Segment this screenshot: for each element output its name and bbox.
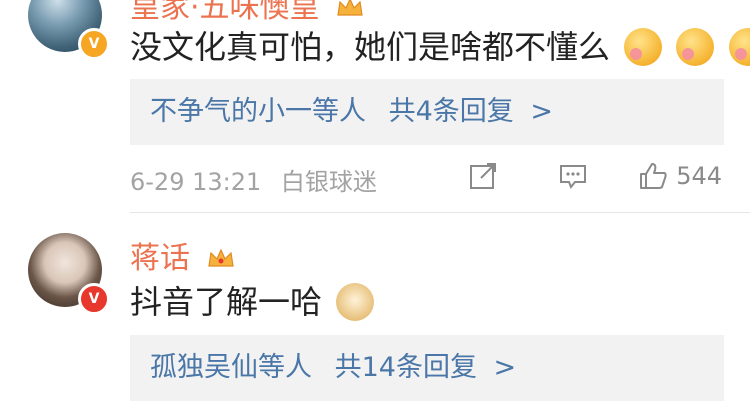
like-count: 544 (676, 162, 722, 190)
crown-icon (207, 248, 234, 267)
verified-badge-icon: V (78, 283, 110, 315)
reply-suffix: 等人 (258, 352, 312, 383)
reply-user-names: 不争气的小一 (150, 96, 312, 127)
comment-text: 抖音了解一哈 (130, 277, 375, 323)
replies-summary[interactable]: 不争气的小一等人 共4条回复 > (130, 79, 724, 145)
doge-face-icon (336, 283, 375, 321)
username-label: 蒋话 (130, 241, 190, 276)
share-icon[interactable] (468, 161, 498, 191)
comment-actions: 544 (468, 156, 722, 196)
thumbs-up-icon (640, 163, 667, 189)
comment-item: V 蒋话 抖音了解一哈 孤独吴仙等人 共14条回复 > (0, 213, 750, 405)
like-button[interactable]: 544 (638, 161, 722, 191)
reply-count: 共14条回复 (334, 352, 477, 383)
comment-text-label: 抖音了解一哈 (130, 283, 323, 321)
timestamp: 6-29 13:21 (130, 168, 262, 196)
comment-text-label: 没文化真可怕，她们是啥都不懂么 (130, 28, 611, 66)
chevron-right-icon: > (530, 96, 553, 127)
reply-user-names: 孤独吴仙 (150, 352, 258, 383)
source-label: 白银球迷 (280, 168, 377, 196)
yum-face-icon (676, 28, 715, 66)
verified-badge-icon: V (78, 28, 110, 60)
yum-face-icon (624, 28, 663, 66)
chevron-right-icon: > (493, 352, 517, 383)
username[interactable]: 蒋话 (130, 233, 236, 277)
reply-count: 共4条回复 (388, 96, 514, 127)
comment-item: V 皇家·五味懊皇 没文化真可怕，她们是啥都不懂么 不争气的小一等人 共4条回复… (0, 0, 750, 213)
comment-icon[interactable] (558, 161, 588, 191)
comment-meta: 6-29 13:21 白银球迷 (130, 162, 377, 197)
avatar[interactable]: V (28, 233, 110, 315)
comment-text: 没文化真可怕，她们是啥都不懂么 (130, 22, 750, 68)
yum-face-icon (728, 28, 750, 66)
reply-suffix: 等人 (312, 96, 366, 127)
crown-icon (337, 0, 363, 16)
replies-summary[interactable]: 孤独吴仙等人 共14条回复 > (130, 335, 724, 401)
avatar[interactable]: V (28, 0, 110, 60)
